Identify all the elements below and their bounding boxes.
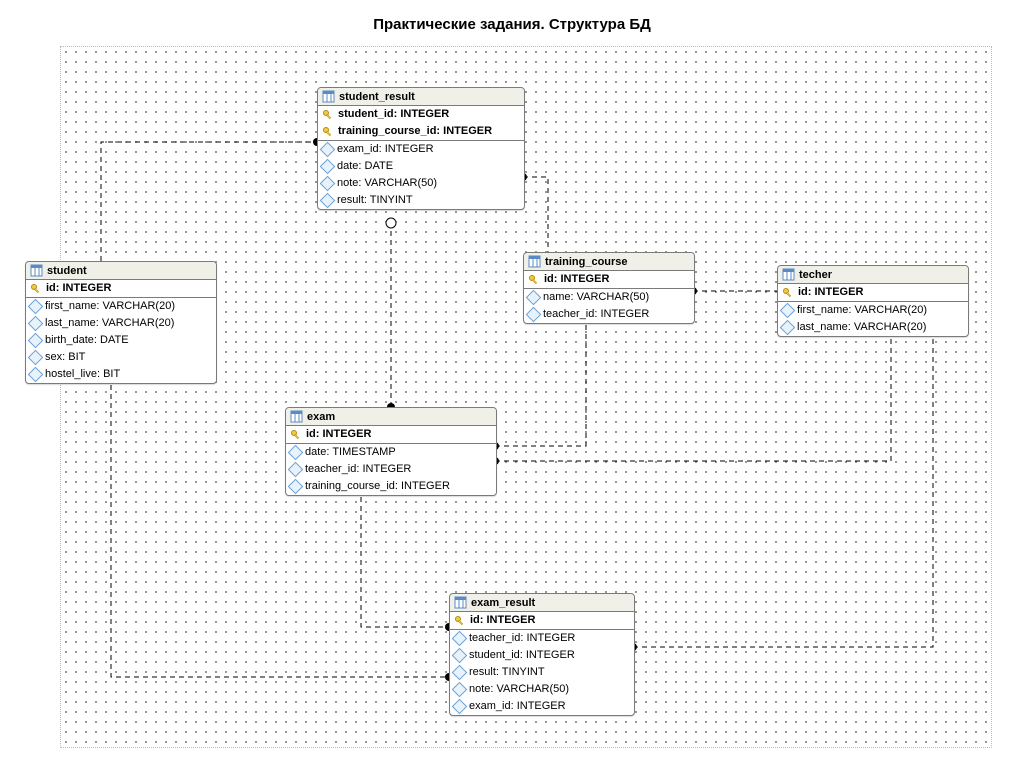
diamond-icon [526, 307, 542, 323]
column: teacher_id: INTEGER [286, 461, 496, 478]
entity-name: training_course [545, 256, 628, 268]
entity-student[interactable]: student id: INTEGER first_name: VARCHAR(… [25, 261, 217, 384]
entity-techer[interactable]: techer id: INTEGER first_name: VARCHAR(2… [777, 265, 969, 337]
table-icon [528, 255, 541, 268]
column: last_name: VARCHAR(20) [26, 315, 216, 332]
entity-header: student_result [318, 88, 524, 106]
column: exam_id: INTEGER [318, 141, 524, 158]
column: teacher_id: INTEGER [524, 306, 694, 323]
diamond-icon [28, 316, 44, 332]
column: teacher_id: INTEGER [450, 630, 634, 647]
page-title: Практические задания. Структура БД [0, 16, 1024, 33]
diamond-icon [320, 176, 336, 192]
entity-name: techer [799, 269, 832, 281]
entity-name: exam_result [471, 597, 535, 609]
column: last_name: VARCHAR(20) [778, 319, 968, 336]
diamond-icon [780, 320, 796, 336]
entity-exam-result[interactable]: exam_result id: INTEGER teacher_id: INTE… [449, 593, 635, 716]
diamond-icon [28, 333, 44, 349]
column-pk: id: INTEGER [286, 426, 496, 443]
diamond-icon [320, 159, 336, 175]
key-icon [782, 287, 794, 299]
column-pk: student_id: INTEGER [318, 106, 524, 123]
diamond-icon [780, 303, 796, 319]
key-icon [30, 283, 42, 295]
column: sex: BIT [26, 349, 216, 366]
entity-student-result[interactable]: student_result student_id: INTEGER train… [317, 87, 525, 210]
table-icon [454, 596, 467, 609]
entity-header: exam [286, 408, 496, 426]
entity-header: student [26, 262, 216, 280]
table-icon [30, 264, 43, 277]
entity-header: exam_result [450, 594, 634, 612]
entity-name: student_result [339, 91, 415, 103]
diamond-icon [452, 699, 468, 715]
column-pk: id: INTEGER [524, 271, 694, 288]
entity-header: techer [778, 266, 968, 284]
key-icon [454, 615, 466, 627]
diamond-icon [452, 648, 468, 664]
column: name: VARCHAR(50) [524, 289, 694, 306]
diamond-icon [288, 462, 304, 478]
column: date: DATE [318, 158, 524, 175]
diamond-icon [28, 350, 44, 366]
key-icon [528, 274, 540, 286]
diamond-icon [452, 631, 468, 647]
column: exam_id: INTEGER [450, 698, 634, 715]
entity-name: student [47, 265, 87, 277]
diamond-icon [288, 445, 304, 461]
table-icon [782, 268, 795, 281]
diamond-icon [320, 142, 336, 158]
column: note: VARCHAR(50) [450, 681, 634, 698]
diamond-icon [526, 290, 542, 306]
entity-header: training_course [524, 253, 694, 271]
column: first_name: VARCHAR(20) [26, 298, 216, 315]
entity-name: exam [307, 411, 335, 423]
key-icon [322, 126, 334, 138]
column: first_name: VARCHAR(20) [778, 302, 968, 319]
diamond-icon [452, 682, 468, 698]
column-pk: training_course_id: INTEGER [318, 123, 524, 140]
column-pk: id: INTEGER [26, 280, 216, 297]
column-pk: id: INTEGER [778, 284, 968, 301]
table-icon [290, 410, 303, 423]
entity-exam[interactable]: exam id: INTEGER date: TIMESTAMP teacher… [285, 407, 497, 496]
column: date: TIMESTAMP [286, 444, 496, 461]
table-icon [322, 90, 335, 103]
diamond-icon [288, 479, 304, 495]
column: student_id: INTEGER [450, 647, 634, 664]
column: note: VARCHAR(50) [318, 175, 524, 192]
key-icon [322, 109, 334, 121]
column: result: TINYINT [318, 192, 524, 209]
diagram-canvas: student_result student_id: INTEGER train… [60, 46, 992, 748]
diamond-icon [28, 299, 44, 315]
diamond-icon [28, 367, 44, 383]
column: result: TINYINT [450, 664, 634, 681]
key-icon [290, 429, 302, 441]
column-pk: id: INTEGER [450, 612, 634, 629]
column: hostel_live: BIT [26, 366, 216, 383]
diamond-icon [452, 665, 468, 681]
entity-training-course[interactable]: training_course id: INTEGER name: VARCHA… [523, 252, 695, 324]
diamond-icon [320, 193, 336, 209]
column: training_course_id: INTEGER [286, 478, 496, 495]
column: birth_date: DATE [26, 332, 216, 349]
